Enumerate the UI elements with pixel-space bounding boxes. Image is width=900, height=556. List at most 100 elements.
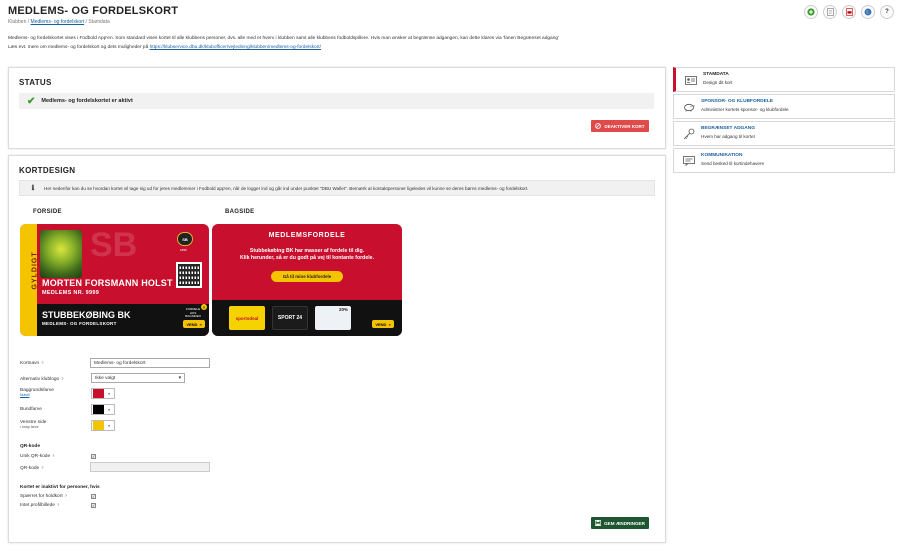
club-crest-year: 1896 — [180, 248, 187, 252]
back-label: BAGSIDE — [225, 209, 255, 215]
help-icon[interactable]: ? — [41, 465, 43, 470]
left-color-sublabel: • knap farve — [20, 425, 39, 429]
sidebar-item-desc: Hvem har adgang til kortet — [701, 134, 755, 139]
blocked-label: Spærret for holdkort? — [20, 493, 67, 499]
logo-label-text: Alternativ klublogo — [20, 377, 60, 382]
kortnavn-input[interactable]: Medlems- og fordelskort — [90, 358, 210, 368]
no-photo-label-text: Intet profilbillede — [20, 503, 55, 508]
left-color-swatch — [93, 421, 104, 430]
deactivate-label: DEAKTIVER KORT — [604, 123, 645, 129]
card-valid-label: GYLDIGT — [31, 251, 39, 290]
status-title: STATUS — [19, 78, 52, 87]
help-icon[interactable]: ? — [880, 5, 894, 19]
double-chevron-icon: » — [199, 321, 202, 327]
document-icon[interactable] — [823, 5, 837, 19]
back-line-2: Klik herunder, så er du godt på vej til … — [239, 255, 375, 261]
page-title: MEDLEMS- OG FORDELSKORT — [8, 5, 179, 17]
blocked-checkbox[interactable]: ✓ — [91, 494, 96, 499]
card-front-flip-button[interactable]: VEND» — [183, 320, 205, 328]
goto-benefits-button[interactable]: Gå til mine klubfordele — [271, 271, 343, 282]
profile-photo — [40, 230, 82, 278]
breadcrumb: Klubben / Medlems- og fordelskort / Stam… — [8, 19, 110, 25]
vend-label: VEND — [375, 321, 387, 327]
bund-color-label: Bundfarve — [20, 407, 42, 412]
pdf-icon[interactable] — [842, 5, 856, 19]
club-crest-logo: SB — [177, 232, 193, 246]
checkmark-icon: ✔ — [27, 95, 36, 107]
save-icon — [595, 519, 602, 527]
help-icon[interactable]: ? — [65, 493, 67, 498]
help-icon[interactable]: ? — [61, 376, 63, 381]
blocked-label-text: Spærret for holdkort — [20, 494, 63, 499]
help-link[interactable]: https://klubservice.dbu.dk/klubofficer/v… — [150, 45, 321, 50]
breadcrumb-link[interactable]: Medlems- og fordelskort — [31, 19, 85, 25]
bund-color-swatch — [93, 405, 104, 414]
ban-icon — [595, 122, 602, 130]
status-message: Medlems- og fordelskortet er aktivt — [41, 98, 133, 104]
status-panel: STATUS ✔ Medlems- og fordelskortet er ak… — [8, 67, 666, 149]
page-header: MEDLEMS- OG FORDELSKORT Klubben / Medlem… — [0, 0, 900, 64]
bg-color-label: Baggrundsfarve Nulstil — [20, 388, 54, 397]
sidebar-item-sponsor[interactable]: SPONSOR- OG KLUBFORDELE Administrer kort… — [673, 94, 895, 119]
reset-link[interactable]: Nulstil — [20, 393, 54, 397]
card-back-preview: MEDLEMSFORDELE Stubbekøbing BK har masse… — [212, 224, 402, 336]
id-card-icon — [685, 74, 697, 86]
qr-section-title: QR-kode — [20, 444, 40, 449]
chevron-down-icon: ▾ — [108, 391, 110, 396]
sponsor-tile-discount[interactable]: 20% — [315, 306, 351, 330]
bg-color-picker[interactable]: ▾ — [91, 388, 115, 399]
info-text: Her nedenfor kan du se hvordan kortet vi… — [44, 185, 529, 191]
card-club-subtitle: MEDLEMS- OG FORDELSKORT — [42, 321, 117, 326]
card-fordele-text: FORDELE HOS BAGSIDEN — [185, 307, 201, 318]
sidebar-item-desc: Send besked til kortindehavere — [701, 161, 765, 166]
bund-color-picker[interactable]: ▾ — [91, 404, 115, 415]
design-panel: KORTDESIGN ℹ Her nedenfor kan du se hvor… — [8, 155, 666, 543]
save-changes-button[interactable]: GEM ÆNDRINGER — [591, 517, 649, 529]
back-line-1: Stubbekøbing BK har masser af fordele ti… — [249, 248, 365, 254]
deactivate-card-button[interactable]: DEAKTIVER KORT — [591, 120, 649, 132]
qr-code-label: QR-kode? — [20, 465, 43, 471]
kortnavn-label-text: Kortnavn — [20, 361, 40, 366]
qr-code — [176, 262, 202, 288]
sidebar-item-title: STAMDATA — [703, 72, 729, 77]
sponsor-tile-sport24[interactable]: SPORT 24 — [272, 306, 308, 330]
help-icon[interactable]: ? — [41, 360, 43, 365]
breadcrumb-current: Stamdata — [88, 19, 110, 25]
add-circle-icon[interactable] — [804, 5, 818, 19]
design-title: KORTDESIGN — [19, 166, 76, 175]
intro-line-2: Læs evt. mere om medlems- og fordelskort… — [8, 45, 648, 52]
sidebar-item-title: SPONSOR- OG KLUBFORDELE — [701, 99, 773, 104]
qr-unique-label: Unik QR-kode? — [20, 453, 54, 459]
card-back-flip-button[interactable]: VEND» — [372, 320, 394, 328]
toolbar-icons: ? — [804, 5, 894, 19]
club-watermark: SB — [90, 226, 138, 264]
card-front-preview: GYLDIGT SB SB 1896 MORTEN FORSMANN HOLST… — [20, 224, 209, 336]
card-member-number: MEDLEMS NR. 9999 — [42, 290, 100, 296]
qr-unique-label-text: Unik QR-kode — [20, 454, 51, 459]
help-icon[interactable]: ? — [52, 453, 54, 458]
help-icon[interactable]: ? — [57, 502, 59, 507]
sidebar-item-title: BEGRÆNSET ADGANG — [701, 126, 755, 131]
inactive-section-title: Kortet er inaktivt for personer, hvis — [20, 485, 100, 490]
card-club-name: STUBBEKØBING BK — [42, 310, 131, 320]
globe-icon[interactable] — [861, 5, 875, 19]
no-photo-checkbox[interactable]: ✓ — [91, 503, 96, 508]
sponsor-tile-sportsdeal[interactable]: sportsdeal — [229, 306, 265, 330]
chevron-down-icon: ▾ — [108, 423, 110, 428]
left-color-picker[interactable]: ▾ — [91, 420, 115, 431]
sidebar-item-stamdata[interactable]: STAMDATA Design dit kort — [673, 67, 895, 92]
intro-text: Medlems- og fordelskortet vises i Fodbol… — [8, 36, 648, 51]
chevron-down-icon: ▾ — [178, 375, 181, 381]
qr-unique-checkbox[interactable]: ✓ — [91, 454, 96, 459]
chevron-down-icon: ▾ — [108, 407, 110, 412]
logo-select[interactable]: Ikke valgt ▾ — [91, 373, 185, 383]
sidebar-item-communication[interactable]: KOMMUNIKATION Send besked til kortindeha… — [673, 148, 895, 173]
breadcrumb-root[interactable]: Klubben — [8, 19, 26, 25]
no-photo-label: Intet profilbillede? — [20, 502, 59, 508]
sidebar-item-access[interactable]: BEGRÆNSET ADGANG Hvem har adgang til kor… — [673, 121, 895, 146]
status-row: ✔ Medlems- og fordelskortet er aktivt — [19, 93, 654, 109]
save-changes-label: GEM ÆNDRINGER — [604, 520, 645, 526]
piggy-bank-icon — [683, 101, 695, 113]
back-title: MEDLEMSFORDELE — [268, 232, 346, 239]
info-icon: ℹ — [31, 185, 35, 192]
